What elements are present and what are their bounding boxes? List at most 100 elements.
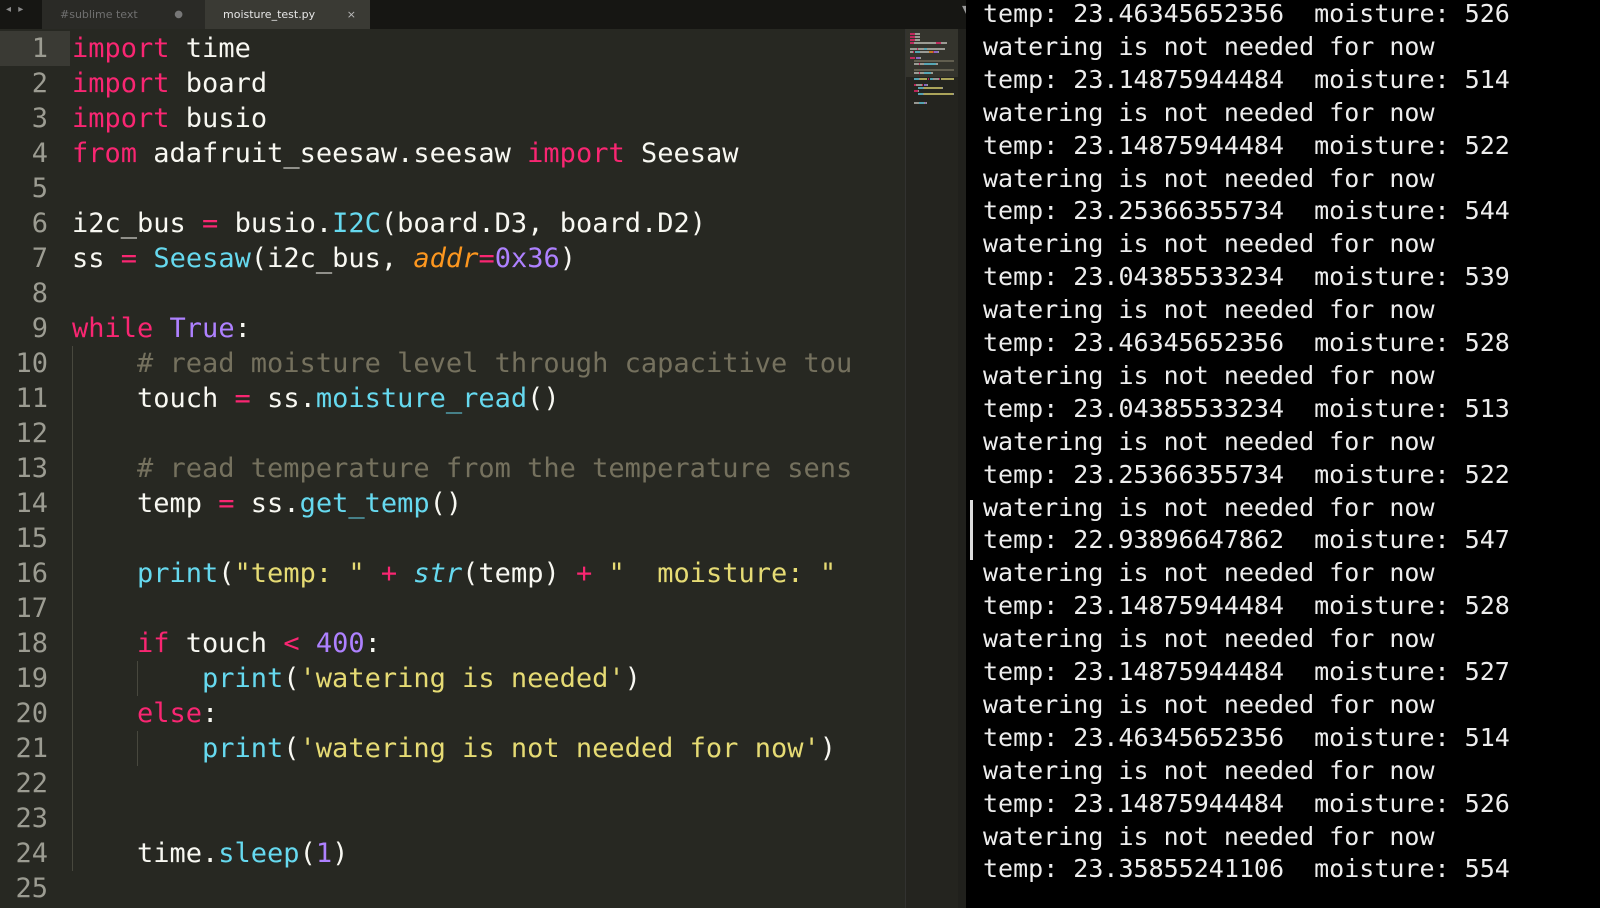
code-line[interactable]: 23 (0, 801, 925, 836)
minimap-line (924, 63, 936, 65)
close-icon[interactable]: × (347, 0, 356, 29)
code-token: < (283, 628, 300, 659)
vertical-scrollbar[interactable] (958, 29, 966, 908)
code-token: board (169, 68, 268, 99)
code-line[interactable]: 2 import board (0, 66, 925, 101)
indent-guide (72, 731, 73, 766)
terminal-line: temp: 23.14875944484 moisture: 526 (983, 788, 1510, 818)
terminal-line: watering is not needed for now (983, 163, 1435, 193)
tab-sublime-text[interactable]: #sublime text ● (42, 0, 207, 29)
indent-guide (72, 661, 73, 696)
code-line[interactable]: 8 (0, 276, 925, 311)
code-line[interactable]: 22 (0, 766, 925, 801)
minimap-line (915, 36, 920, 38)
line-number: 15 (15, 523, 48, 554)
code-token: Seesaw (153, 243, 251, 274)
code-token: () (429, 488, 463, 519)
line-number: 10 (15, 348, 48, 379)
terminal-line: watering is not needed for now (983, 558, 1435, 588)
code-line[interactable]: 1 import time (0, 31, 925, 66)
code-line[interactable]: 20 else: (0, 696, 925, 731)
minimap-line (914, 69, 954, 71)
code-token: print (202, 663, 284, 694)
line-number: 9 (31, 313, 48, 344)
code-line[interactable]: 15 (0, 521, 925, 556)
code-token: I2C (332, 208, 381, 239)
code-area[interactable]: 1 import time 2 import board 3 import busio 4 f… (0, 29, 925, 908)
code-token: busio. (218, 208, 333, 239)
code-token: import (72, 103, 170, 134)
code-text: i2c_bus = busio.I2C(board.D3, board.D2) (72, 206, 706, 241)
indent-guide (72, 451, 73, 486)
code-line[interactable]: 12 (0, 416, 925, 451)
minimap-line (939, 78, 940, 80)
minimap-line (918, 90, 919, 92)
code-line[interactable]: 10 # read moisture level through capaciti… (0, 346, 925, 381)
minimap-line (941, 78, 954, 80)
code-text: print('watering is not needed for now') (202, 731, 836, 766)
line-number: 14 (15, 488, 48, 519)
terminal-line: temp: 23.35855241106 moisture: 554 (983, 854, 1510, 884)
code-token: temp (137, 488, 219, 519)
code-editor[interactable]: ◂ ▸ #sublime text ● moisture_test.py × ▼… (0, 0, 980, 908)
minimap-line (928, 78, 929, 80)
line-number: 11 (15, 383, 48, 414)
code-text: import board (72, 66, 267, 101)
line-number: 17 (15, 593, 48, 624)
code-line[interactable]: 6 i2c_bus = busio.I2C(board.D3, board.D2) (0, 206, 925, 241)
minimap[interactable] (905, 29, 958, 908)
code-line[interactable]: 16 print("temp: " + str(temp) + " moistur… (0, 556, 925, 591)
line-number: 5 (31, 173, 48, 204)
indent-guide (72, 766, 73, 801)
code-line[interactable]: 24 time.sleep(1) (0, 836, 925, 871)
code-line[interactable]: 4 from adafruit_seesaw.seesaw import Sees… (0, 136, 925, 171)
code-line[interactable]: 9 while True: (0, 311, 925, 346)
code-line[interactable]: 18 if touch < 400: (0, 626, 925, 661)
minimap-line (924, 93, 953, 95)
code-line[interactable]: 14 temp = ss.get_temp() (0, 486, 925, 521)
code-text: ss = Seesaw(i2c_bus, addr=0x36) (72, 241, 576, 276)
terminal-line: temp: 23.46345652356 moisture: 526 (983, 0, 1510, 28)
line-number: 12 (15, 418, 48, 449)
code-token: = (478, 243, 495, 274)
code-line[interactable]: 3 import busio (0, 101, 925, 136)
code-token: ( (283, 663, 300, 694)
terminal-line: watering is not needed for now (983, 624, 1435, 654)
code-token: = (234, 383, 251, 414)
code-text: time.sleep(1) (137, 836, 348, 871)
code-line[interactable]: 11 touch = ss.moisture_read() (0, 381, 925, 416)
tab-nav-arrows-icon[interactable]: ◂ ▸ (6, 4, 25, 15)
code-line[interactable]: 19 print('watering is needed') (0, 661, 925, 696)
code-token: ( (283, 733, 300, 764)
minimap-line (920, 51, 929, 53)
terminal-line: temp: 23.14875944484 moisture: 514 (983, 64, 1510, 94)
minimap-line (920, 57, 921, 59)
terminal-output[interactable]: temp: 23.46345652356 moisture: 526 wateri… (966, 0, 1600, 908)
code-line[interactable]: 25 (0, 871, 925, 906)
line-number: 18 (15, 628, 48, 659)
code-line[interactable]: 21 print('watering is not needed for now'… (0, 731, 925, 766)
code-line[interactable]: 13 # read temperature from the temperatur… (0, 451, 925, 486)
code-token: touch (137, 383, 235, 414)
code-token: time. (137, 838, 219, 869)
code-line[interactable]: 7 ss = Seesaw(i2c_bus, addr=0x36) (0, 241, 925, 276)
indent-guide (72, 556, 73, 591)
minimap-line (915, 39, 920, 41)
code-line[interactable]: 5 (0, 171, 925, 206)
code-token: (i2c_bus, (250, 243, 414, 274)
code-token: 1 (315, 838, 333, 869)
code-token: sleep (218, 838, 300, 869)
terminal-line: temp: 23.04385533234 moisture: 539 (983, 262, 1510, 292)
indent-guide (137, 731, 138, 766)
terminal-line: watering is not needed for now (983, 426, 1435, 456)
tab-label: #sublime text (60, 8, 138, 21)
code-token: import (527, 138, 625, 169)
indent-guide (137, 661, 138, 696)
tab-moisture-test[interactable]: moisture_test.py × (205, 0, 370, 29)
code-token: if (137, 628, 170, 659)
indent-guide (72, 591, 73, 626)
code-line[interactable]: 17 (0, 591, 925, 626)
code-token: 'watering is needed' (299, 663, 625, 694)
